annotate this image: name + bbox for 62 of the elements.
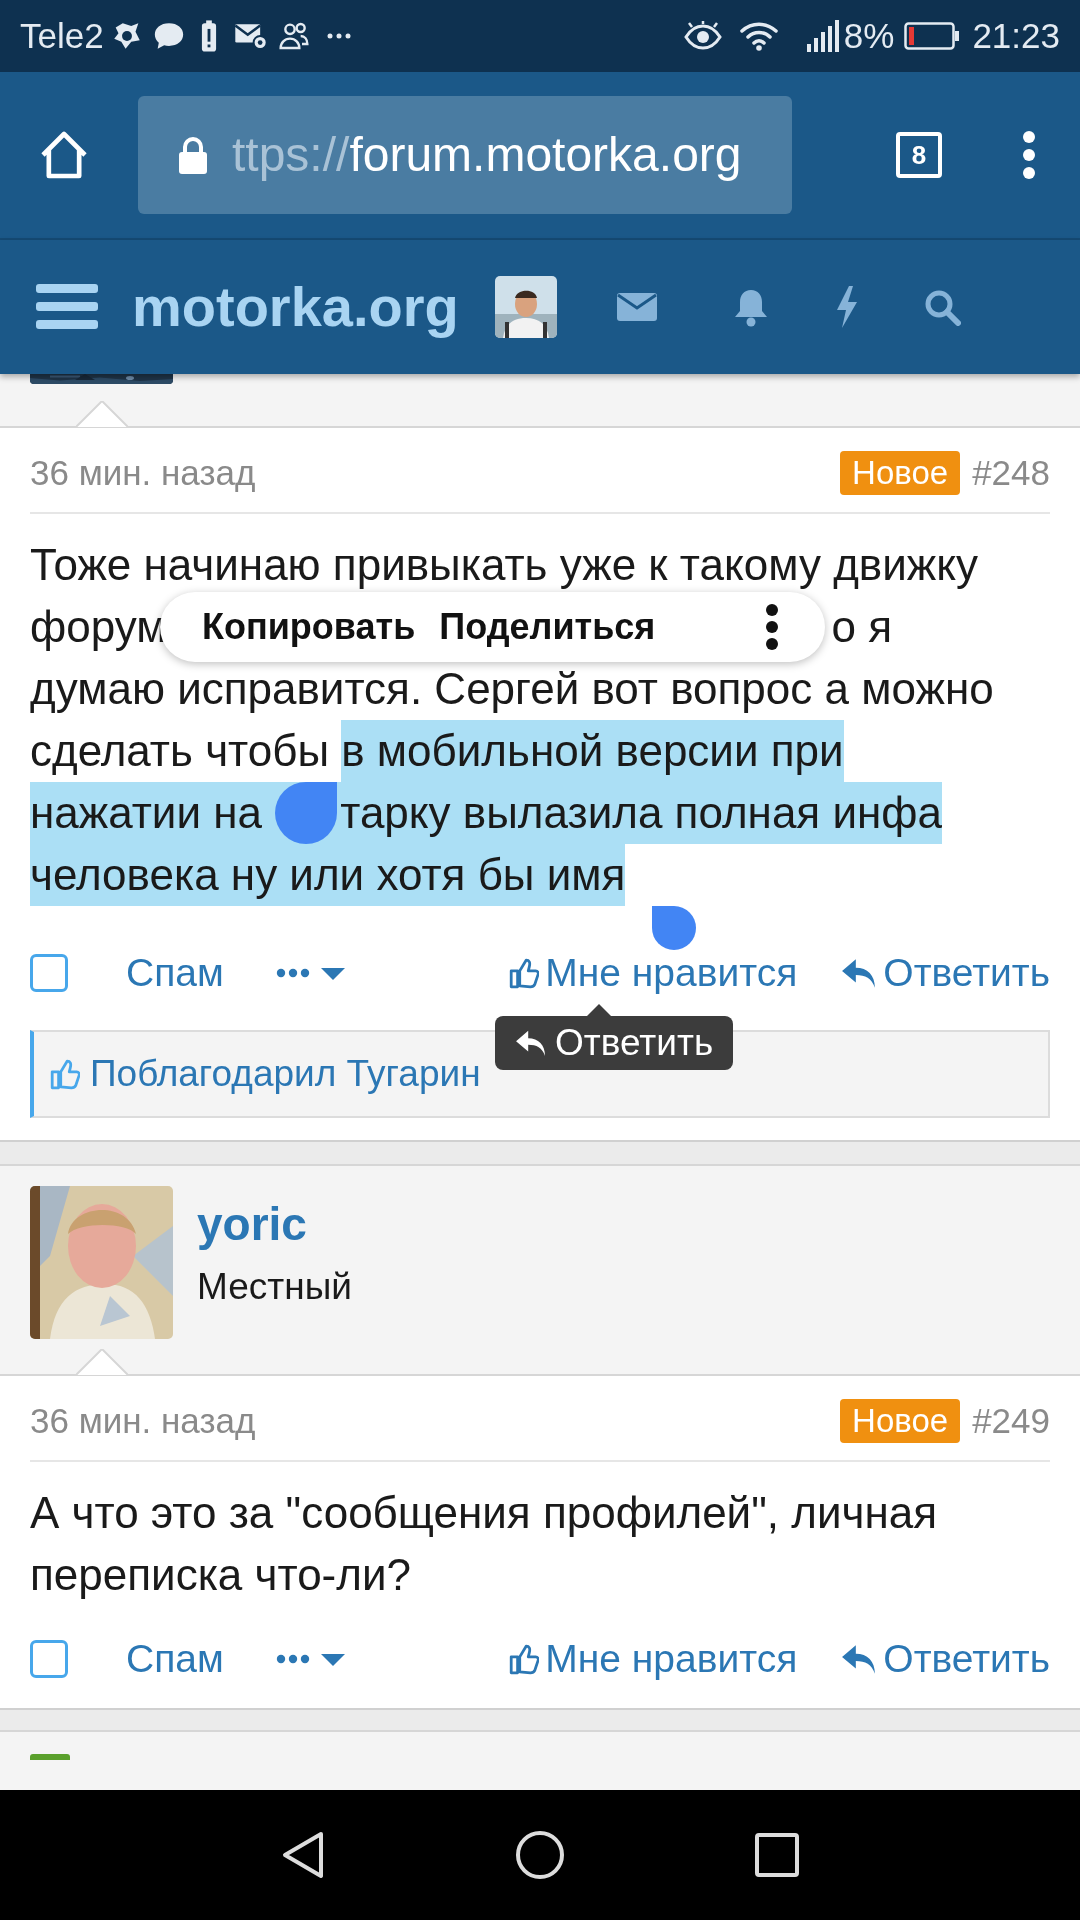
menu-item[interactable]: Копировать (202, 600, 416, 654)
post-number[interactable]: #248 (972, 446, 1050, 500)
carrier-name: Tele2 (20, 14, 104, 57)
post-text: нажатии на (30, 782, 275, 844)
reply-icon (515, 1029, 547, 1057)
address-bar[interactable]: ttps://forum.motorka.org (138, 96, 792, 214)
checkbox[interactable] (30, 954, 68, 992)
url-text: ttps://forum.motorka.org (232, 127, 742, 183)
more-options-icon[interactable] (765, 604, 779, 650)
reply-tooltip: Ответить (495, 1016, 734, 1070)
reply-icon (841, 1643, 878, 1675)
post-number[interactable]: #249 (972, 1394, 1050, 1448)
wifi-icon (739, 21, 778, 51)
like-link[interactable]: Мне нравится (509, 943, 798, 1003)
menu-icon[interactable] (1022, 130, 1036, 180)
post-time: 36 мин. назад (30, 1399, 256, 1442)
mail-settings-icon (233, 21, 268, 51)
post-text: переписка что-ли? (30, 1549, 411, 1601)
thumbs-up-icon (509, 957, 540, 989)
post-text: тарку вылазила полная инфа (340, 782, 942, 844)
lock-icon (178, 136, 208, 174)
thanks-text[interactable]: Поблагодарил Тугарин (90, 1046, 481, 1102)
home-icon[interactable] (515, 1830, 565, 1880)
like-link[interactable]: Мне нравится (509, 1629, 798, 1689)
post-text: человека ну или хотя бы имя (30, 844, 626, 906)
battery-icon (904, 22, 961, 50)
post-time: 36 мин. назад (30, 451, 256, 494)
post-text: в мобильной версии при (341, 720, 844, 782)
post-text: сделать чтобы (30, 725, 331, 777)
bell-icon[interactable] (732, 287, 769, 327)
thumbs-up-icon (509, 1643, 540, 1675)
recent-apps-icon[interactable] (755, 1833, 799, 1877)
people-icon (277, 20, 310, 52)
mail-icon[interactable] (616, 291, 657, 323)
user-title: Местный (197, 1265, 352, 1309)
back-icon[interactable] (281, 1830, 325, 1880)
checkbox[interactable] (30, 1640, 68, 1678)
more-icon (325, 32, 352, 40)
signal-icon (805, 20, 840, 52)
tab-count[interactable]: 8 (896, 132, 942, 178)
new-badge: Новое (840, 451, 961, 495)
selection-handle[interactable] (652, 906, 696, 950)
post-text: думаю исправится. Сергей вот вопрос а можно (30, 663, 994, 715)
username[interactable]: yoric (197, 1194, 352, 1254)
post-text: о я (831, 601, 892, 653)
battery-percent: 8% (843, 14, 895, 57)
reply-link[interactable]: Ответить (841, 943, 1050, 1003)
site-logo[interactable]: motorka.org (132, 265, 459, 349)
spam-link[interactable]: Спам (126, 1629, 224, 1689)
lightning-icon[interactable] (834, 286, 859, 328)
post-text: форум (30, 601, 167, 653)
post-text: Тоже начинаю привыкать уже к такому движку (30, 539, 978, 591)
post-text: А что это за "сообщения профилей", личная (30, 1487, 938, 1539)
eye-icon (683, 21, 722, 51)
spam-link[interactable]: Спам (126, 943, 224, 1003)
reply-icon (841, 957, 878, 989)
clock-time: 21:23 (972, 14, 1060, 57)
reply-link[interactable]: Ответить (841, 1629, 1050, 1689)
new-badge: Новое (840, 1399, 961, 1443)
thumbs-up-icon (50, 1058, 80, 1090)
menu-icon[interactable] (36, 282, 98, 332)
menu-item[interactable]: Поделиться (439, 600, 656, 654)
